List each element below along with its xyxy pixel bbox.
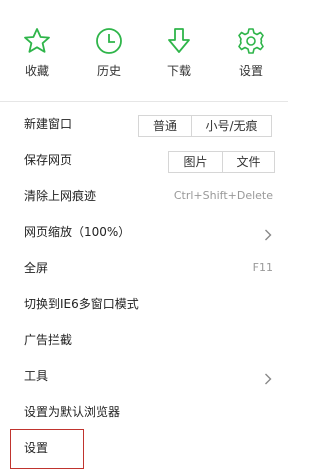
menu-item-fullscreen[interactable]: 全屏 F11 <box>0 250 288 286</box>
menu-item-new-window: 新建窗口 普通 小号/无痕 <box>0 106 288 142</box>
clear-history-shortcut: Ctrl+Shift+Delete <box>173 189 273 202</box>
menu-item-set-default-browser[interactable]: 设置为默认浏览器 <box>0 394 288 430</box>
clear-history-label: 清除上网痕迹 <box>24 189 97 203</box>
new-window-normal-button[interactable]: 普通 <box>139 116 191 136</box>
ad-block-label: 广告拦截 <box>24 333 73 347</box>
star-icon <box>9 26 65 56</box>
menu-item-ie6-mode[interactable]: 切换到IE6多窗口模式 <box>0 286 288 322</box>
menu-item-clear-history[interactable]: 清除上网痕迹 Ctrl+Shift+Delete <box>0 178 288 214</box>
gear-icon <box>223 26 279 56</box>
download-label: 下载 <box>166 64 191 78</box>
quick-actions-bar: 收藏 历史 下载 设置 <box>0 0 288 100</box>
menu-item-tools[interactable]: 工具 <box>0 358 288 394</box>
history-button[interactable]: 历史 <box>81 26 137 79</box>
settings-shortcut-label: 设置 <box>238 64 263 78</box>
menu-item-zoom[interactable]: 网页缩放（100%） <box>0 214 288 250</box>
divider <box>0 101 288 102</box>
tools-label: 工具 <box>24 369 49 383</box>
download-icon <box>151 26 207 56</box>
save-page-label: 保存网页 <box>24 153 73 167</box>
clock-icon <box>81 26 137 56</box>
highlight-box <box>10 429 84 469</box>
new-window-label: 新建窗口 <box>24 117 73 131</box>
settings-shortcut-button[interactable]: 设置 <box>223 26 279 79</box>
favorites-button[interactable]: 收藏 <box>9 26 65 79</box>
new-window-private-button[interactable]: 小号/无痕 <box>191 116 271 136</box>
chevron-right-icon <box>264 226 272 241</box>
save-page-options: 图片 文件 <box>168 151 275 173</box>
ie6-mode-label: 切换到IE6多窗口模式 <box>24 297 139 311</box>
history-label: 历史 <box>96 64 121 78</box>
menu-item-save-page: 保存网页 图片 文件 <box>0 142 288 178</box>
zoom-label: 网页缩放（100%） <box>24 225 131 239</box>
download-button[interactable]: 下载 <box>151 26 207 79</box>
new-window-options: 普通 小号/无痕 <box>138 115 272 137</box>
save-as-image-button[interactable]: 图片 <box>169 152 222 172</box>
fullscreen-shortcut: F11 <box>252 261 273 274</box>
save-as-file-button[interactable]: 文件 <box>222 152 274 172</box>
fullscreen-label: 全屏 <box>24 261 49 275</box>
chevron-right-icon <box>264 370 272 385</box>
menu-item-ad-block[interactable]: 广告拦截 <box>0 322 288 358</box>
favorites-label: 收藏 <box>24 64 49 78</box>
set-default-label: 设置为默认浏览器 <box>24 405 121 419</box>
